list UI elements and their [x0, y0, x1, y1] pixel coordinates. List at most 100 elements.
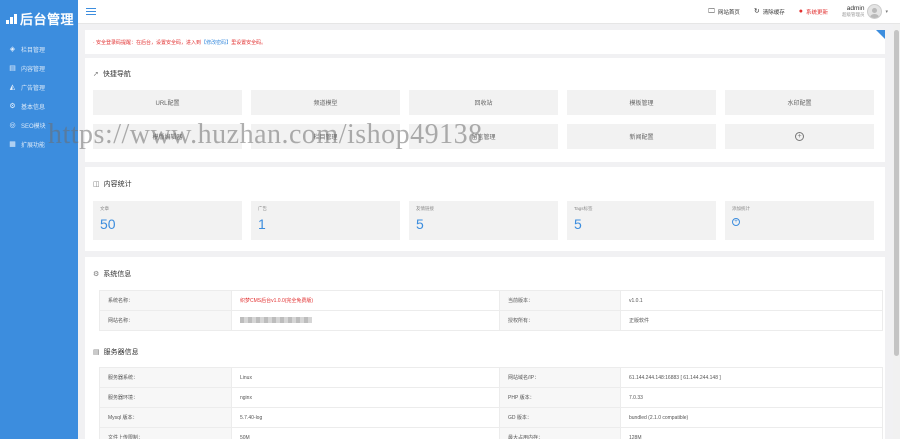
- add-circle-icon: +: [732, 218, 740, 226]
- table-row: 服务器系统： Linux 网站域名/IP： 61.144.244.148:168…: [99, 367, 883, 388]
- stat-card-ads[interactable]: 广告 1: [251, 201, 400, 240]
- sidebar-item-label: 内容管理: [21, 67, 46, 73]
- quick-nav-title: ➚ 快捷导航: [85, 69, 131, 79]
- table-value: 128M: [620, 427, 883, 439]
- vertical-scrollbar[interactable]: [893, 24, 900, 439]
- stat-label: 文章: [100, 206, 109, 211]
- menu-toggle-icon[interactable]: [86, 7, 96, 16]
- quick-nav-button[interactable]: URL配置: [93, 90, 242, 115]
- change-password-link[interactable]: 【修改密码】: [201, 39, 231, 46]
- sidebar-item-ads[interactable]: ◭ 广告管理: [0, 78, 78, 97]
- table-key: 网站域名/IP：: [499, 367, 621, 388]
- add-circle-icon: +: [795, 132, 804, 141]
- stat-label: Tags标签: [574, 206, 593, 211]
- server-info-title-text: 服务器信息: [103, 349, 139, 356]
- grid-icon: ▦: [9, 141, 16, 148]
- table-row: 文件上传限制： 50M 最大占用内存： 128M: [99, 427, 883, 439]
- gear-icon: ⚙: [93, 271, 100, 278]
- table-key: 最大占用内存：: [499, 427, 621, 439]
- sidebar-item-label: 栏目管理: [21, 48, 46, 54]
- table-value: bundled (2.1.0 compatible): [620, 407, 883, 428]
- stat-card-add[interactable]: 添加统计 +: [725, 201, 874, 240]
- table-key: 服务器系统：: [99, 367, 232, 388]
- notice-suffix: 里设置安全码。: [231, 39, 267, 46]
- sidebar-menu: ◈ 栏目管理 ▤ 内容管理 ◭ 广告管理 ⚙ 基本信息 ◎ SEO模块 ▦ 扩展…: [0, 40, 78, 154]
- quick-nav-add-button[interactable]: +: [725, 124, 874, 149]
- notice-prefix: · 安全登录码提醒：在后台，设置安全码，进入到: [93, 39, 202, 46]
- table-key: PHP 版本：: [499, 387, 621, 408]
- sidebar-item-basic-info[interactable]: ⚙ 基本信息: [0, 97, 78, 116]
- quick-nav-panel: ➚ 快捷导航 URL配置 频道模型 回收站 模板管理 水印配置 模版编辑器 栏目…: [85, 58, 885, 162]
- system-info-panel: ⚙ 系统信息 系统名称： 织梦CMS后台v1.0.0(完全免费版) 当前版本： …: [85, 257, 885, 439]
- header-actions: 🖵 网站首页 ↻ 清除缓存 ● 系统更新 admin 超级管理员 ▾: [708, 0, 900, 23]
- avatar: [867, 4, 883, 19]
- table-value: 正版软件: [620, 310, 883, 331]
- table-value: 织梦CMS后台v1.0.0(完全免费版): [231, 290, 500, 311]
- megaphone-icon: ◭: [9, 84, 16, 91]
- quick-nav-button[interactable]: 模版编辑器: [93, 124, 242, 149]
- table-key: 系统名称：: [99, 290, 232, 311]
- server-info-table: 服务器系统： Linux 网站域名/IP： 61.144.244.148:168…: [99, 367, 883, 439]
- top-header: 🖵 网站首页 ↻ 清除缓存 ● 系统更新 admin 超级管理员 ▾: [78, 0, 900, 24]
- quick-nav-button[interactable]: 回收站: [409, 90, 558, 115]
- table-key: 当前版本：: [499, 290, 621, 311]
- sidebar-item-content[interactable]: ▤ 内容管理: [0, 59, 78, 78]
- site-home-link[interactable]: 🖵 网站首页: [708, 8, 740, 16]
- sidebar-item-label: SEO模块: [21, 124, 46, 130]
- logo[interactable]: 后台管理: [0, 0, 78, 36]
- sidebar-item-columns[interactable]: ◈ 栏目管理: [0, 40, 78, 59]
- quick-nav-button[interactable]: 水印配置: [725, 90, 874, 115]
- system-info-title: ⚙ 系统信息: [85, 269, 131, 279]
- paper-plane-icon: ➚: [93, 71, 99, 78]
- quick-nav-grid: URL配置 频道模型 回收站 模板管理 水印配置 模版编辑器 栏目管理 留言管理…: [93, 90, 874, 149]
- scrollbar-thumb[interactable]: [894, 30, 899, 356]
- stat-label: 添加统计: [732, 206, 750, 211]
- quick-nav-button[interactable]: 模板管理: [567, 90, 716, 115]
- table-value: v1.0.1: [620, 290, 883, 311]
- system-update-link[interactable]: ● 系统更新: [799, 8, 828, 16]
- sidebar-item-label: 基本信息: [21, 105, 46, 111]
- table-value: 50M: [231, 427, 500, 439]
- stat-card-articles[interactable]: 文章 50: [93, 201, 242, 240]
- quick-nav-title-text: 快捷导航: [102, 71, 131, 78]
- quick-nav-button[interactable]: 栏目管理: [251, 124, 400, 149]
- quick-nav-button[interactable]: 频道模型: [251, 90, 400, 115]
- clear-cache-link[interactable]: ↻ 清除缓存: [754, 8, 785, 16]
- table-value: [231, 310, 500, 331]
- user-role: 超级管理员: [841, 11, 865, 17]
- table-row: Mysql 版本： 5.7.40-log GD 版本： bundled (2.1…: [99, 407, 883, 428]
- table-key: 网站名称：: [99, 310, 232, 331]
- stat-card-links[interactable]: 友情链接 5: [409, 201, 558, 240]
- system-info-title-text: 系统信息: [103, 271, 132, 278]
- quick-nav-button[interactable]: 新闻配置: [567, 124, 716, 149]
- seo-icon: ◎: [9, 122, 16, 129]
- chevron-down-icon: ▾: [885, 8, 888, 15]
- stats-grid: 文章 50 广告 1 友情链接 5 Tags标签 5 添加统计 +: [93, 201, 874, 240]
- table-value: nginx: [231, 387, 500, 408]
- redacted-site-name: [240, 317, 312, 324]
- table-key: Mysql 版本：: [99, 407, 232, 428]
- stat-value: 5: [416, 216, 424, 232]
- main-content: · 安全登录码提醒：在后台，设置安全码，进入到 【修改密码】 里设置安全码。 ➚…: [78, 24, 900, 439]
- table-key: 服务器环境：: [99, 387, 232, 408]
- system-update-label: 系统更新: [805, 9, 828, 16]
- stat-card-tags[interactable]: Tags标签 5: [567, 201, 716, 240]
- sidebar: 后台管理 ◈ 栏目管理 ▤ 内容管理 ◭ 广告管理 ⚙ 基本信息 ◎ SEO模块…: [0, 0, 78, 439]
- layers-icon: ◈: [9, 46, 16, 53]
- user-names: admin 超级管理员: [841, 5, 865, 18]
- corner-triangle-icon: [876, 30, 885, 39]
- table-value: 5.7.40-log: [231, 407, 500, 428]
- sidebar-item-seo[interactable]: ◎ SEO模块: [0, 116, 78, 135]
- table-row: 服务器环境： nginx PHP 版本： 7.0.33: [99, 387, 883, 408]
- monitor-icon: 🖵: [708, 8, 715, 15]
- logo-bars-icon: [6, 13, 17, 24]
- table-row: 系统名称： 织梦CMS后台v1.0.0(完全免费版) 当前版本： v1.0.1: [99, 290, 883, 311]
- user-menu[interactable]: admin 超级管理员 ▾: [842, 4, 888, 19]
- sidebar-item-extensions[interactable]: ▦ 扩展功能: [0, 135, 78, 154]
- table-value: 61.144.244.148:16883 [ 61.144.244.148 ]: [620, 367, 883, 388]
- site-home-label: 网站首页: [717, 9, 740, 16]
- stat-value: 50: [100, 216, 116, 232]
- table-key: GD 版本：: [499, 407, 621, 428]
- quick-nav-button[interactable]: 留言管理: [409, 124, 558, 149]
- sidebar-item-label: 扩展功能: [21, 143, 46, 149]
